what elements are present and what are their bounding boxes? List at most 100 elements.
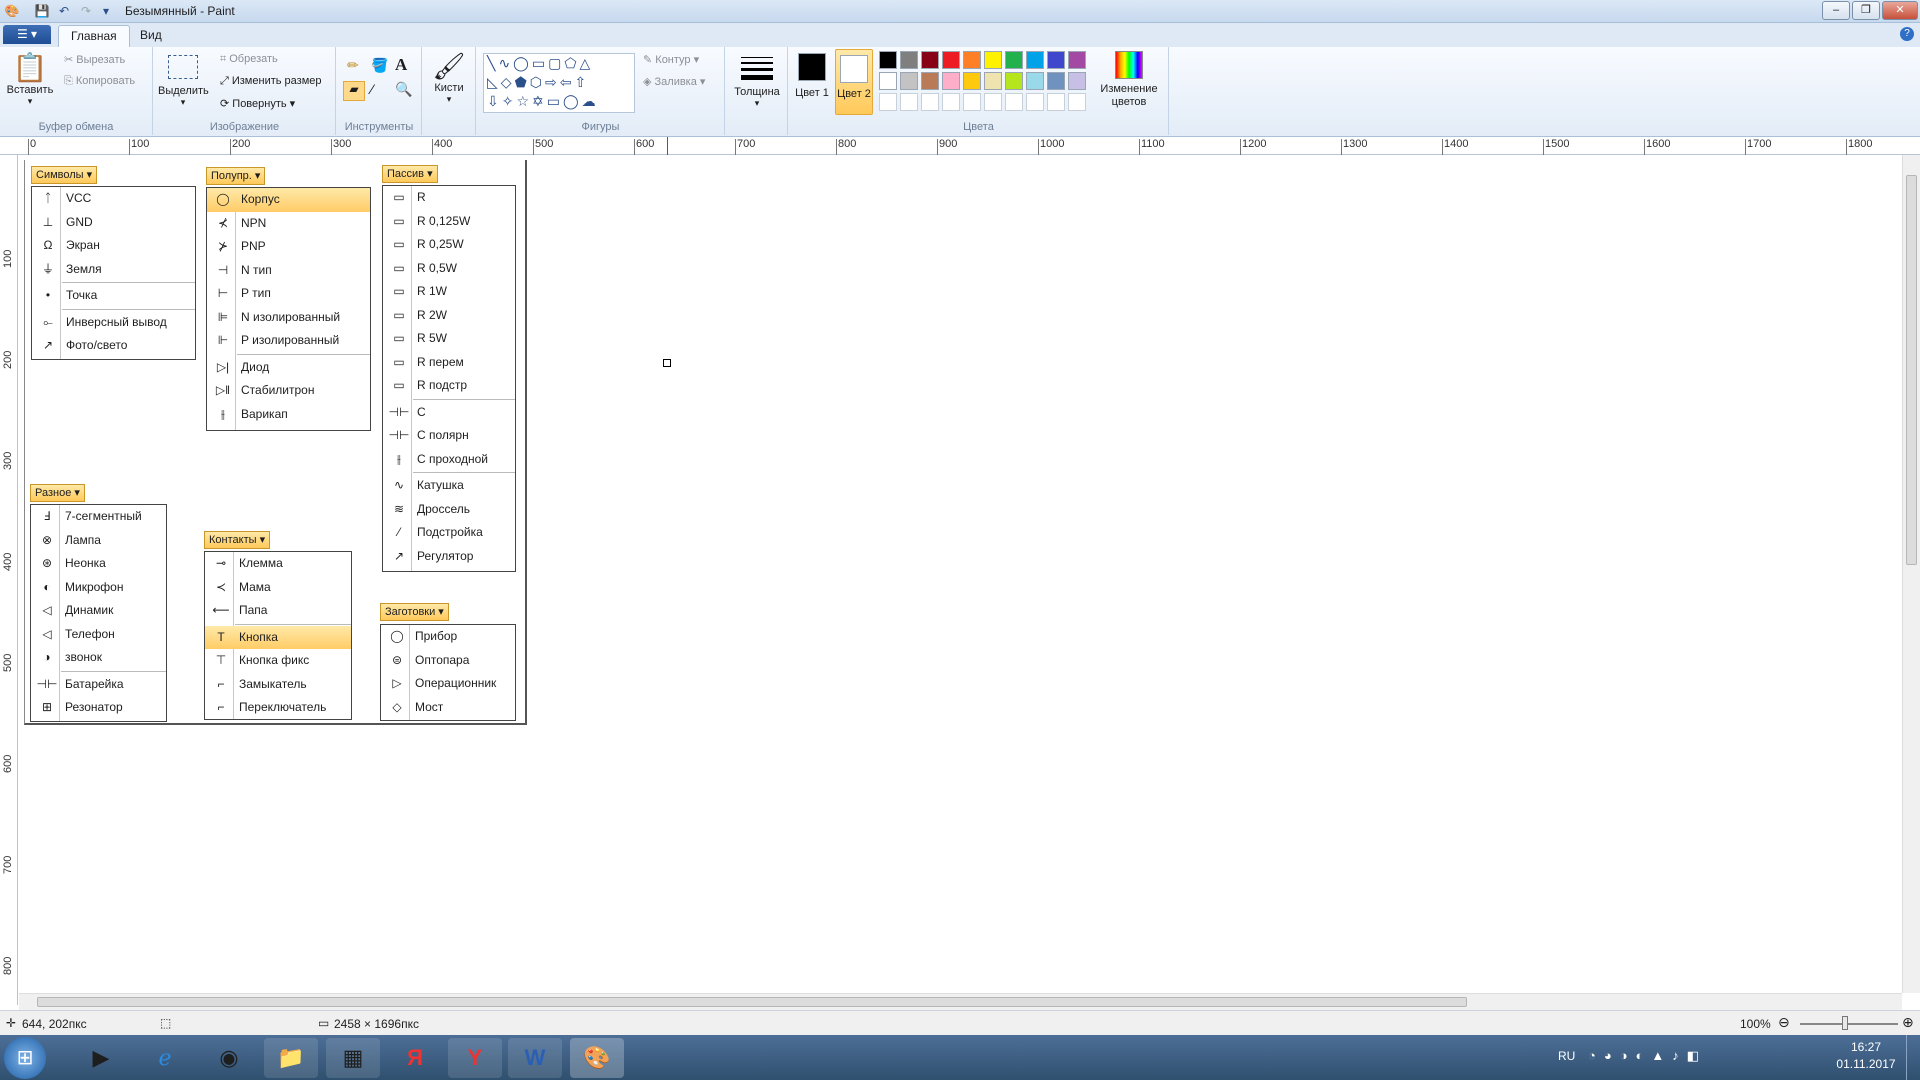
passive-item[interactable]: ▭ R bbox=[383, 186, 515, 210]
calculator-taskbar-icon[interactable]: ▦ bbox=[326, 1038, 380, 1078]
misc-item[interactable]: ⊣⊢ Батарейка bbox=[31, 673, 166, 697]
line-shape-icon[interactable]: ╲ bbox=[487, 55, 498, 71]
palette-swatch[interactable] bbox=[921, 93, 939, 111]
semis-item[interactable]: ⊢ P тип bbox=[207, 282, 370, 306]
paint-menu-button[interactable]: ☰ ▾ bbox=[3, 25, 51, 44]
semis-item[interactable]: ◯ Корпус bbox=[207, 188, 370, 212]
symbols-item[interactable]: • Точка bbox=[32, 284, 195, 308]
fill-bucket-icon[interactable]: 🪣 bbox=[371, 57, 388, 74]
blanks-item[interactable]: ◯ Прибор bbox=[381, 625, 515, 649]
callout-rect-shape-icon[interactable]: ▭ bbox=[547, 93, 563, 109]
palette-swatch[interactable] bbox=[963, 93, 981, 111]
semis-item[interactable]: ▷‖ Стабилитрон bbox=[207, 379, 370, 403]
palette-swatch[interactable] bbox=[963, 51, 981, 69]
yandex-taskbar-icon[interactable]: Я bbox=[388, 1038, 442, 1078]
oval-shape-icon[interactable]: ◯ bbox=[513, 55, 532, 71]
canvas-resize-handle[interactable] bbox=[663, 359, 671, 367]
contacts-item[interactable]: ⌐ Замыкатель bbox=[205, 673, 351, 697]
shapes-gallery[interactable]: ╲∿◯▭▢⬠△ ◺◇⬟⬡⇨⇦⇧ ⇩✧☆✡▭◯☁ bbox=[483, 53, 635, 113]
semis-item[interactable]: ⊣ N тип bbox=[207, 259, 370, 283]
misc-header[interactable]: Разное ▾ bbox=[30, 484, 85, 502]
semis-item[interactable]: ⊀ NPN bbox=[207, 212, 370, 236]
internet-explorer-taskbar-icon[interactable]: ℯ bbox=[138, 1038, 192, 1078]
canvas-area[interactable]: Символы ▾ ᛏ VCC ⊥ GND Ω Экран ⏚ Земля • Точка ⟜ Инв… bbox=[19, 155, 1901, 993]
semis-item[interactable]: ⊫ N изолированный bbox=[207, 306, 370, 330]
symbols-item[interactable]: ᛏ VCC bbox=[32, 187, 195, 211]
brushes-button[interactable]: 🖌 Кисти ▾ bbox=[427, 51, 471, 105]
paste-button[interactable]: 📋 Вставить ▾ bbox=[4, 51, 56, 107]
text-tool-icon[interactable]: A bbox=[395, 55, 407, 75]
triangle-shape-icon[interactable]: △ bbox=[579, 55, 593, 71]
pencil-icon[interactable]: ✏ bbox=[347, 57, 359, 74]
palette-swatch[interactable] bbox=[1068, 72, 1086, 90]
size-button[interactable]: Толщина ▾ bbox=[732, 53, 782, 109]
passive-item[interactable]: ▭ R подстр bbox=[383, 374, 515, 398]
passive-header[interactable]: Пассив ▾ bbox=[382, 165, 438, 183]
semis-item[interactable]: ⫲ Варикап bbox=[207, 403, 370, 427]
passive-item[interactable]: ∿ Катушка bbox=[383, 474, 515, 498]
contacts-item[interactable]: ⌐ Переключатель bbox=[205, 696, 351, 720]
symbols-header[interactable]: Символы ▾ bbox=[31, 166, 98, 184]
palette-swatch[interactable] bbox=[984, 93, 1002, 111]
media-player-taskbar-icon[interactable]: ▶ bbox=[74, 1038, 128, 1078]
misc-item[interactable]: ◁ Телефон bbox=[31, 623, 166, 647]
blanks-item[interactable]: ⊜ Оптопара bbox=[381, 649, 515, 673]
outline-button[interactable]: ✎ Контур ▾ bbox=[643, 53, 699, 66]
cut-button[interactable]: ✂ Вырезать bbox=[64, 53, 125, 66]
palette-swatch[interactable] bbox=[921, 51, 939, 69]
save-icon[interactable]: 💾 bbox=[34, 3, 50, 19]
five-star-shape-icon[interactable]: ☆ bbox=[516, 93, 532, 109]
rounded-rect-shape-icon[interactable]: ▢ bbox=[548, 55, 564, 71]
passive-item[interactable]: ▭ R 0,25W bbox=[383, 233, 515, 257]
chrome-taskbar-icon[interactable]: ◉ bbox=[202, 1038, 256, 1078]
minimize-button[interactable]: – bbox=[1822, 1, 1850, 20]
contacts-item[interactable]: T Кнопка bbox=[205, 625, 351, 649]
passive-item[interactable]: ▭ R 5W bbox=[383, 327, 515, 351]
misc-item[interactable]: ⊛ Неонка bbox=[31, 552, 166, 576]
tray-icons[interactable]: ◔◕◑◐▲♪◧ bbox=[1588, 1048, 1707, 1064]
semis-item[interactable]: ▷| Диод bbox=[207, 356, 370, 380]
passive-item[interactable]: ⊣⊢ C полярн bbox=[383, 424, 515, 448]
up-arrow-shape-icon[interactable]: ⇧ bbox=[574, 74, 589, 90]
rotate-button[interactable]: ⟳ Повернуть ▾ bbox=[220, 97, 295, 110]
color2-button[interactable]: Цвет 2 bbox=[835, 49, 873, 115]
six-star-shape-icon[interactable]: ✡ bbox=[532, 93, 547, 109]
cloud-shape-icon[interactable]: ☁ bbox=[582, 93, 599, 109]
polygon-shape-icon[interactable]: ⬠ bbox=[564, 55, 579, 71]
palette-swatch[interactable] bbox=[984, 51, 1002, 69]
fill-button[interactable]: ◈ Заливка ▾ bbox=[643, 75, 705, 88]
zoom-in-icon[interactable]: ⊕ bbox=[1902, 1014, 1914, 1031]
misc-item[interactable]: ⊞ Резонатор bbox=[31, 696, 166, 720]
magnifier-icon[interactable]: 🔍 bbox=[395, 81, 412, 98]
language-indicator[interactable]: RU bbox=[1558, 1049, 1575, 1063]
down-arrow-shape-icon[interactable]: ⇩ bbox=[487, 93, 502, 109]
semis-item[interactable]: ⊁ PNP bbox=[207, 235, 370, 259]
explorer-taskbar-icon[interactable]: 📁 bbox=[264, 1038, 318, 1078]
palette-swatch[interactable] bbox=[900, 51, 918, 69]
misc-item[interactable]: Ⅎ 7-сегментный bbox=[31, 505, 166, 529]
customize-quick-access-icon[interactable]: ▾ bbox=[98, 3, 114, 19]
palette-swatch[interactable] bbox=[1005, 51, 1023, 69]
misc-item[interactable]: ◐ Микрофон bbox=[31, 576, 166, 600]
contacts-item[interactable]: ⊤ Кнопка фикс bbox=[205, 649, 351, 673]
show-desktop-button[interactable] bbox=[1906, 1035, 1920, 1080]
start-button[interactable]: ⊞ bbox=[4, 1037, 46, 1079]
zoom-slider[interactable] bbox=[1800, 1023, 1898, 1025]
clock-time[interactable]: 16:27 bbox=[1836, 1040, 1896, 1054]
palette-swatch[interactable] bbox=[1068, 51, 1086, 69]
passive-item[interactable]: ▭ R перем bbox=[383, 351, 515, 375]
misc-item[interactable]: ◑ звонок bbox=[31, 646, 166, 670]
clock-date[interactable]: 01.11.2017 bbox=[1830, 1057, 1902, 1071]
word-taskbar-icon[interactable]: W bbox=[508, 1038, 562, 1078]
edit-colors-button[interactable]: Изменение цветов bbox=[1095, 51, 1163, 109]
symbols-item[interactable]: Ω Экран bbox=[32, 234, 195, 258]
symbols-item[interactable]: ⟜ Инверсный вывод bbox=[32, 311, 195, 335]
semis-header[interactable]: Полупр. ▾ bbox=[206, 167, 266, 185]
passive-item[interactable]: ▭ R 1W bbox=[383, 280, 515, 304]
select-button[interactable]: Выделить ▾ bbox=[158, 51, 209, 108]
zoom-out-icon[interactable]: ⊖ bbox=[1778, 1014, 1790, 1031]
palette-swatch[interactable] bbox=[1005, 93, 1023, 111]
palette-swatch[interactable] bbox=[1047, 72, 1065, 90]
hexagon-shape-icon[interactable]: ⬡ bbox=[530, 74, 545, 90]
palette-swatch[interactable] bbox=[921, 72, 939, 90]
